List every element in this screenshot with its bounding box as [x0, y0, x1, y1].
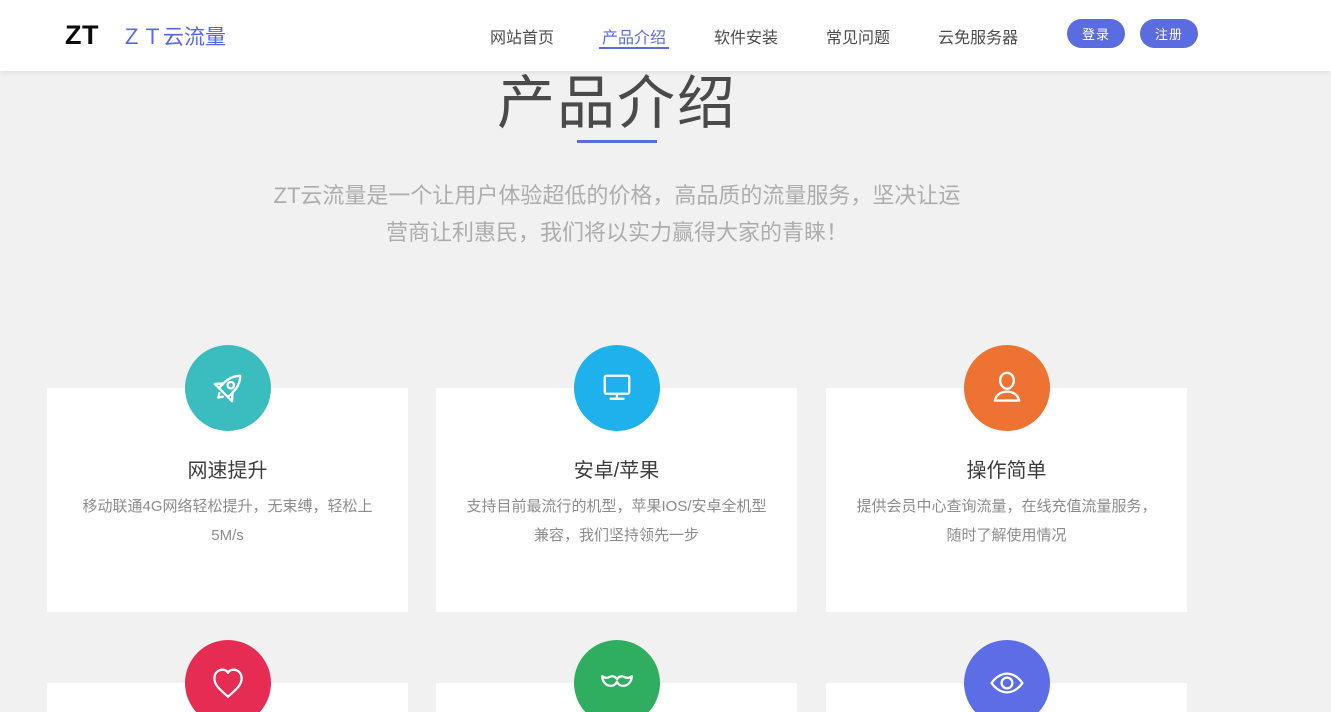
hero-description-line: ZT云流量是一个让用户体验超低的价格，高品质的流量服务，坚决让运 [47, 177, 1187, 214]
rocket-icon [185, 345, 271, 431]
user-icon [964, 345, 1050, 431]
feature-description: 提供会员中心查询流量，在线充值流量服务，随时了解使用情况 [850, 492, 1163, 550]
feature-card-platforms: 安卓/苹果 支持目前最流行的机型，苹果IOS/安卓全机型兼容，我们坚持领先一步 [436, 388, 797, 612]
nav-item-server[interactable]: 云免服务器 [938, 0, 1018, 71]
login-button[interactable]: 登录 [1067, 19, 1125, 48]
hero-description-line: 营商让利惠民，我们将以实力赢得大家的青睐！ [47, 214, 1187, 251]
feature-card [436, 683, 797, 712]
eye-icon [964, 640, 1050, 712]
nav-item-faq[interactable]: 常见问题 [826, 0, 890, 71]
nav-item-install[interactable]: 软件安装 [714, 0, 778, 71]
feature-title: 操作简单 [826, 454, 1187, 483]
brand-mark: ZT [65, 20, 99, 51]
feature-description: 支持目前最流行的机型，苹果IOS/安卓全机型兼容，我们坚持领先一步 [460, 492, 773, 550]
page: 产品介绍 ZT云流量是一个让用户体验超低的价格，高品质的流量服务，坚决让运 营商… [0, 0, 1331, 712]
register-button[interactable]: 注册 [1140, 19, 1198, 48]
feature-card [826, 683, 1187, 712]
main-nav: 网站首页 产品介绍 软件安装 常见问题 云免服务器 [490, 0, 1018, 71]
heart-icon [185, 640, 271, 712]
top-navbar: ZT ＺＴ云流量 网站首页 产品介绍 软件安装 常见问题 云免服务器 登录 注册 [0, 0, 1331, 71]
nav-item-home[interactable]: 网站首页 [490, 0, 554, 71]
feature-card-speed: 网速提升 移动联通4G网络轻松提升，无束缚，轻松上5M/s [47, 388, 408, 612]
feature-description: 移动联通4G网络轻松提升，无束缚，轻松上5M/s [71, 492, 384, 550]
feature-title: 安卓/苹果 [436, 454, 797, 483]
feature-card-easy: 操作简单 提供会员中心查询流量，在线充值流量服务，随时了解使用情况 [826, 388, 1187, 612]
brand-logo[interactable]: ZT ＺＴ云流量 [65, 0, 226, 71]
mustache-icon [574, 640, 660, 712]
feature-title: 网速提升 [47, 454, 408, 483]
feature-card [47, 683, 408, 712]
monitor-icon [574, 345, 660, 431]
nav-item-products[interactable]: 产品介绍 [602, 0, 666, 71]
hero-description: ZT云流量是一个让用户体验超低的价格，高品质的流量服务，坚决让运 营商让利惠民，… [47, 177, 1187, 251]
brand-name: ＺＴ云流量 [121, 21, 226, 51]
title-divider [577, 140, 657, 143]
